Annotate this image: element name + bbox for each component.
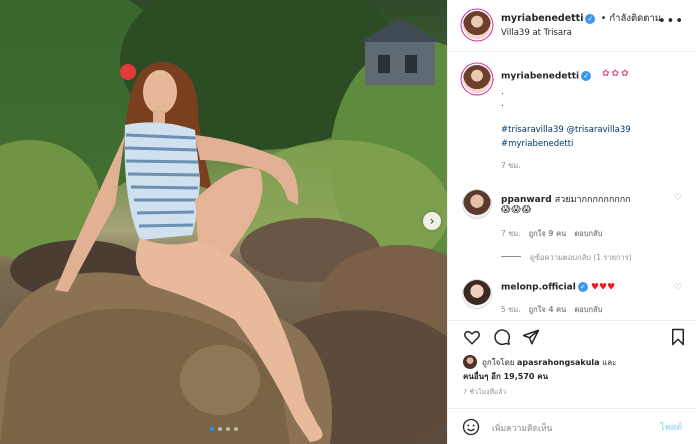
comment-likes[interactable]: ถูกใจ 9 คน [529, 229, 567, 238]
caption-dot: . [501, 99, 504, 109]
like-comment-heart-icon[interactable]: ♡ [674, 193, 682, 203]
bookmark-icon[interactable] [670, 328, 686, 346]
author-line: myriabenedetti ✓ • กำลังติดตาม [501, 11, 661, 26]
hashtag-link[interactable]: #trisaravilla39 [501, 125, 564, 135]
likes-line-2: คนอื่นๆ อีก 19,570 คน [463, 370, 548, 383]
carousel-dot [217, 427, 222, 431]
share-icon[interactable] [522, 328, 540, 346]
verified-badge-icon: ✓ [577, 282, 588, 292]
reply-button[interactable]: ตอบกลับ [574, 229, 602, 238]
author-avatar[interactable] [463, 11, 491, 39]
post-side-panel: myriabenedetti ✓ • กำลังติดตาม Villa39 at… [447, 0, 696, 444]
reply-divider [501, 256, 521, 257]
caption-avatar[interactable] [463, 65, 491, 93]
others-likes-count[interactable]: คนอื่นๆ อีก 19,570 คน [463, 372, 548, 381]
likes-suffix: และ [602, 358, 617, 367]
comments-list[interactable]: myriabenedetti ✓ ✿✿✿ . . #trisaravilla39 … [448, 53, 696, 320]
post-comment-button[interactable]: โพสต์ [660, 420, 682, 434]
post-header: myriabenedetti ✓ • กำลังติดตาม Villa39 at… [448, 0, 696, 52]
caption-dot: . [501, 87, 504, 97]
likes-line-1: ถูกใจโดย apasrahongsakula และ [482, 356, 616, 369]
add-comment-input[interactable]: เพิ่มความคิดเห็น [492, 421, 552, 435]
caption-time: 7 ชม. [501, 161, 521, 170]
comment-likes[interactable]: ถูกใจ 4 คน [529, 305, 567, 314]
commenter-username[interactable]: ppanward [501, 195, 552, 205]
likes-summary: ถูกใจโดย apasrahongsakula และ คนอื่นๆ อี… [448, 352, 696, 384]
commenter-username[interactable]: melonp.official [501, 283, 576, 293]
commenter-avatar[interactable] [463, 190, 491, 218]
comment-meta: 5 ชม. ถูกใจ 4 คน ตอบกลับ [501, 304, 602, 316]
verified-badge-icon: ✓ [581, 71, 592, 81]
post-photo[interactable]: › [0, 0, 447, 444]
flower-emoji-icon: ✿✿✿ [602, 69, 631, 79]
liker-username[interactable]: apasrahongsakula [517, 358, 600, 367]
comment-line: ppanward สวยมากกกกกกกกก [501, 192, 631, 206]
carousel-dot-active [209, 427, 214, 431]
comment-line: melonp.official ✓ ♥♥♥ [501, 282, 615, 293]
comment-text: สวยมากกกกกกกกก [554, 195, 631, 205]
follow-status-button[interactable]: • กำลังติดตาม [601, 13, 661, 24]
carousel-dots [0, 416, 447, 435]
comment-icon[interactable] [493, 328, 511, 346]
post-location[interactable]: Villa39 at Trisara [501, 28, 572, 38]
liker-avatar[interactable] [463, 355, 477, 369]
caption-username-text: myriabenedetti [501, 71, 580, 82]
view-replies-button[interactable]: ดูข้อความตอบกลับ (1 รายการ) [530, 252, 632, 264]
comment-meta: 7 ชม. ถูกใจ 9 คน ตอบกลับ [501, 228, 602, 240]
caption-username[interactable]: myriabenedetti ✓ [501, 71, 592, 82]
post-actions [448, 320, 696, 352]
verified-badge-icon: ✓ [585, 13, 596, 24]
emoji-picker-icon[interactable] [462, 418, 480, 436]
carousel-dot [233, 427, 238, 431]
likes-prefix: ถูกใจโดย [482, 358, 515, 367]
comment-time: 5 ชม. [501, 305, 521, 314]
carousel-next-button[interactable]: › [423, 212, 441, 230]
scream-emoji-icon: 😱😱😱 [501, 205, 533, 215]
photo-scene [0, 0, 447, 444]
commenter-avatar[interactable] [463, 280, 491, 308]
caption-tags-line: #trisaravilla39 @trisaravilla39 [501, 125, 631, 135]
caption-tags-line-2: #myriabenedetti [501, 139, 573, 149]
hashtag-link[interactable]: #myriabenedetti [501, 139, 573, 149]
carousel-dot [225, 427, 230, 431]
post-timestamp[interactable]: 7 ชั่วโมงที่แล้ว [463, 387, 507, 397]
comment-time: 7 ชม. [501, 229, 521, 238]
heart-icon[interactable] [463, 328, 481, 346]
mention-link[interactable]: @trisaravilla39 [567, 125, 631, 135]
like-comment-heart-icon[interactable]: ♡ [674, 283, 682, 293]
more-dots-icon[interactable]: ••• [658, 14, 684, 29]
add-comment-bar: เพิ่มความคิดเห็น โพสต์ [448, 408, 696, 444]
red-hearts-icon: ♥♥♥ [590, 282, 616, 293]
reply-button[interactable]: ตอบกลับ [574, 305, 602, 314]
author-username[interactable]: myriabenedetti [501, 13, 583, 24]
